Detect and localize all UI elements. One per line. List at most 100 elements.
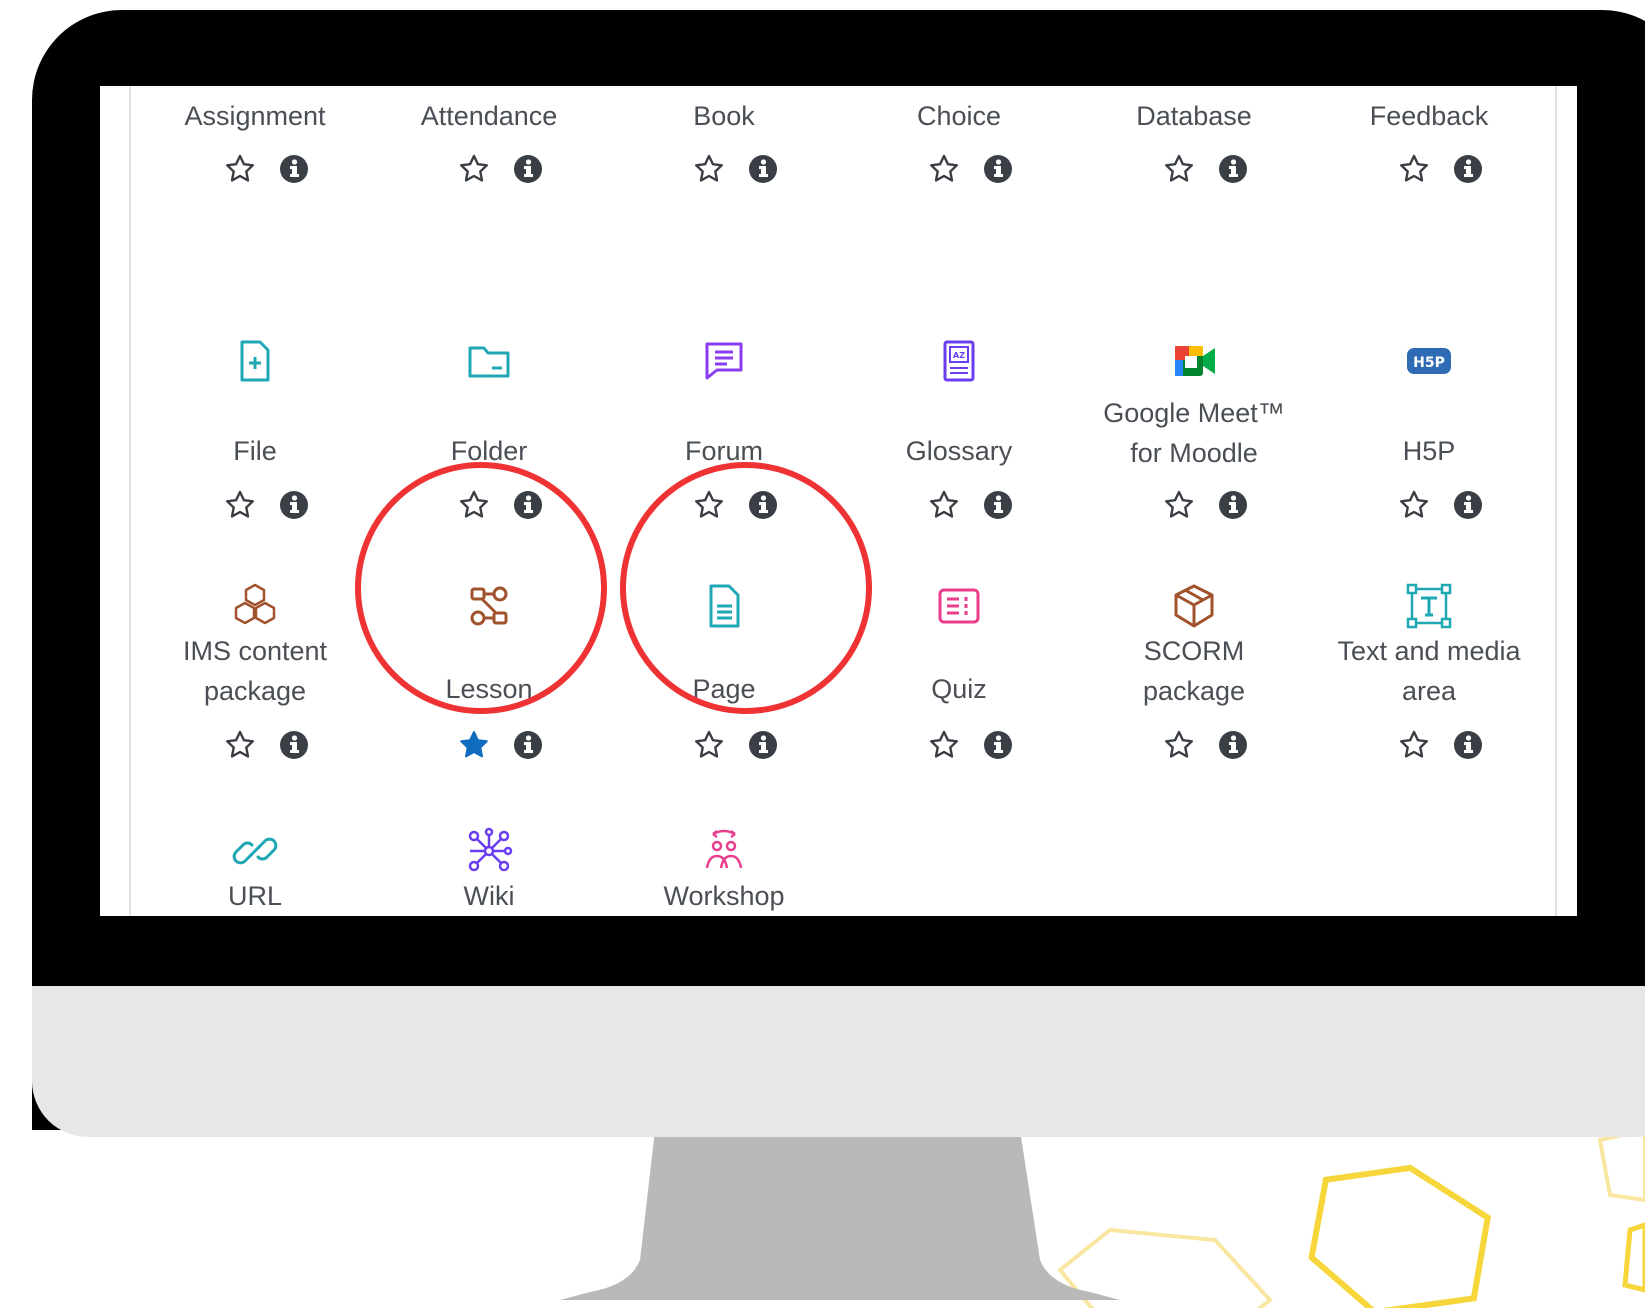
info-icon[interactable] [1453, 154, 1483, 184]
info-icon[interactable] [279, 154, 309, 184]
activity-name: Choice [916, 101, 1002, 131]
activity-name: Wiki [463, 881, 515, 911]
activity-actions [1084, 489, 1304, 521]
info-icon[interactable] [279, 730, 309, 760]
activity-actions [1084, 153, 1304, 185]
info-icon[interactable] [983, 490, 1013, 520]
workshop-icon [699, 826, 749, 876]
star-icon[interactable] [693, 153, 725, 185]
monitor-chin [32, 986, 1645, 1137]
info-icon[interactable] [1218, 154, 1248, 184]
activity-name: Text and media area [1337, 636, 1521, 706]
star-icon[interactable] [1398, 153, 1430, 185]
assignment-icon [230, 86, 280, 91]
activity-tile-h5p[interactable]: H5P H5P [1319, 326, 1539, 556]
activity-name: Database [1136, 101, 1252, 131]
ims-package-icon [230, 581, 280, 631]
activity-actions [849, 153, 1069, 185]
star-icon[interactable] [928, 729, 960, 761]
activity-actions [1319, 489, 1539, 521]
activity-tile-choice[interactable]: Choice [849, 86, 1069, 311]
star-icon[interactable] [693, 729, 725, 761]
activity-actions [379, 153, 599, 185]
activity-tile-attendance[interactable]: Attendance [379, 86, 599, 311]
feedback-icon [1404, 86, 1454, 91]
activity-tile-ims-content-package[interactable]: IMS content package [145, 571, 365, 801]
database-icon [1169, 86, 1219, 91]
glossary-icon: AZ [934, 336, 984, 386]
folder-icon [464, 336, 514, 386]
star-icon[interactable] [224, 729, 256, 761]
activity-tile-google-meet-for-moodle[interactable]: Google Meet™ for Moodle [1084, 326, 1304, 556]
activity-name: IMS content package [182, 636, 328, 706]
highlight-circle-lesson [355, 462, 607, 714]
activity-name: URL [227, 881, 282, 911]
star-icon[interactable] [928, 489, 960, 521]
star-icon[interactable] [458, 153, 490, 185]
info-icon[interactable] [1218, 730, 1248, 760]
activity-tile-quiz[interactable]: Quiz [849, 571, 1069, 801]
info-icon[interactable] [983, 154, 1013, 184]
activity-actions [145, 729, 365, 761]
activity-tile-feedback[interactable]: Feedback [1319, 86, 1539, 311]
h5p-icon: H5P [1404, 336, 1454, 386]
activity-actions [145, 489, 365, 521]
info-icon[interactable] [1218, 490, 1248, 520]
quiz-icon [934, 581, 984, 631]
activity-name: Glossary [905, 436, 1013, 466]
star-icon[interactable] [1163, 153, 1195, 185]
star-icon[interactable] [1163, 489, 1195, 521]
activity-actions [849, 729, 1069, 761]
star-filled-icon[interactable] [458, 729, 490, 761]
svg-text:H5P: H5P [1413, 355, 1445, 371]
activity-tile-workshop[interactable]: Workshop [614, 816, 834, 916]
activity-actions [1319, 729, 1539, 761]
attendance-icon [464, 86, 514, 91]
activity-name: Feedback [1369, 101, 1489, 131]
activity-tile-text-and-media-area[interactable]: Text and media area [1319, 571, 1539, 801]
info-icon[interactable] [279, 490, 309, 520]
svg-text:AZ: AZ [953, 351, 965, 360]
star-icon[interactable] [1163, 729, 1195, 761]
info-icon[interactable] [1453, 490, 1483, 520]
activity-tile-assignment[interactable]: Assignment [145, 86, 365, 311]
activity-name: Attendance [420, 101, 558, 131]
activity-name: Workshop [663, 881, 785, 911]
file-icon [230, 336, 280, 386]
info-icon[interactable] [983, 730, 1013, 760]
activity-name: Quiz [931, 674, 987, 704]
activity-tile-url[interactable]: URL [145, 816, 365, 916]
info-icon[interactable] [748, 730, 778, 760]
activity-actions [1084, 729, 1304, 761]
info-icon[interactable] [513, 730, 543, 760]
activity-actions [145, 153, 365, 185]
star-icon[interactable] [224, 489, 256, 521]
activity-tile-database[interactable]: Database [1084, 86, 1304, 311]
star-icon[interactable] [1398, 489, 1430, 521]
activity-tile-book[interactable]: Book [614, 86, 834, 311]
activity-name: H5P [1402, 436, 1456, 466]
scorm-package-icon [1169, 581, 1219, 631]
info-icon[interactable] [748, 154, 778, 184]
activity-actions [614, 153, 834, 185]
activity-name: Google Meet™ for Moodle [1103, 398, 1285, 468]
activity-tile-scorm-package[interactable]: SCORM package [1084, 571, 1304, 801]
activity-name: File [233, 436, 277, 466]
highlight-circle-page [620, 462, 872, 714]
url-icon [230, 826, 280, 876]
star-icon[interactable] [1398, 729, 1430, 761]
info-icon[interactable] [513, 154, 543, 184]
activity-tile-glossary[interactable]: AZ Glossary [849, 326, 1069, 556]
choice-icon [934, 86, 984, 91]
wiki-icon [464, 826, 514, 876]
google-meet-icon [1169, 336, 1219, 386]
screen: Assignment Attendance Book Choice Database Fe… [100, 86, 1577, 916]
book-icon [699, 86, 749, 91]
activity-actions [849, 489, 1069, 521]
info-icon[interactable] [1453, 730, 1483, 760]
activity-name: Assignment [184, 101, 326, 131]
activity-tile-wiki[interactable]: Wiki [379, 816, 599, 916]
star-icon[interactable] [224, 153, 256, 185]
star-icon[interactable] [928, 153, 960, 185]
activity-tile-file[interactable]: File [145, 326, 365, 556]
